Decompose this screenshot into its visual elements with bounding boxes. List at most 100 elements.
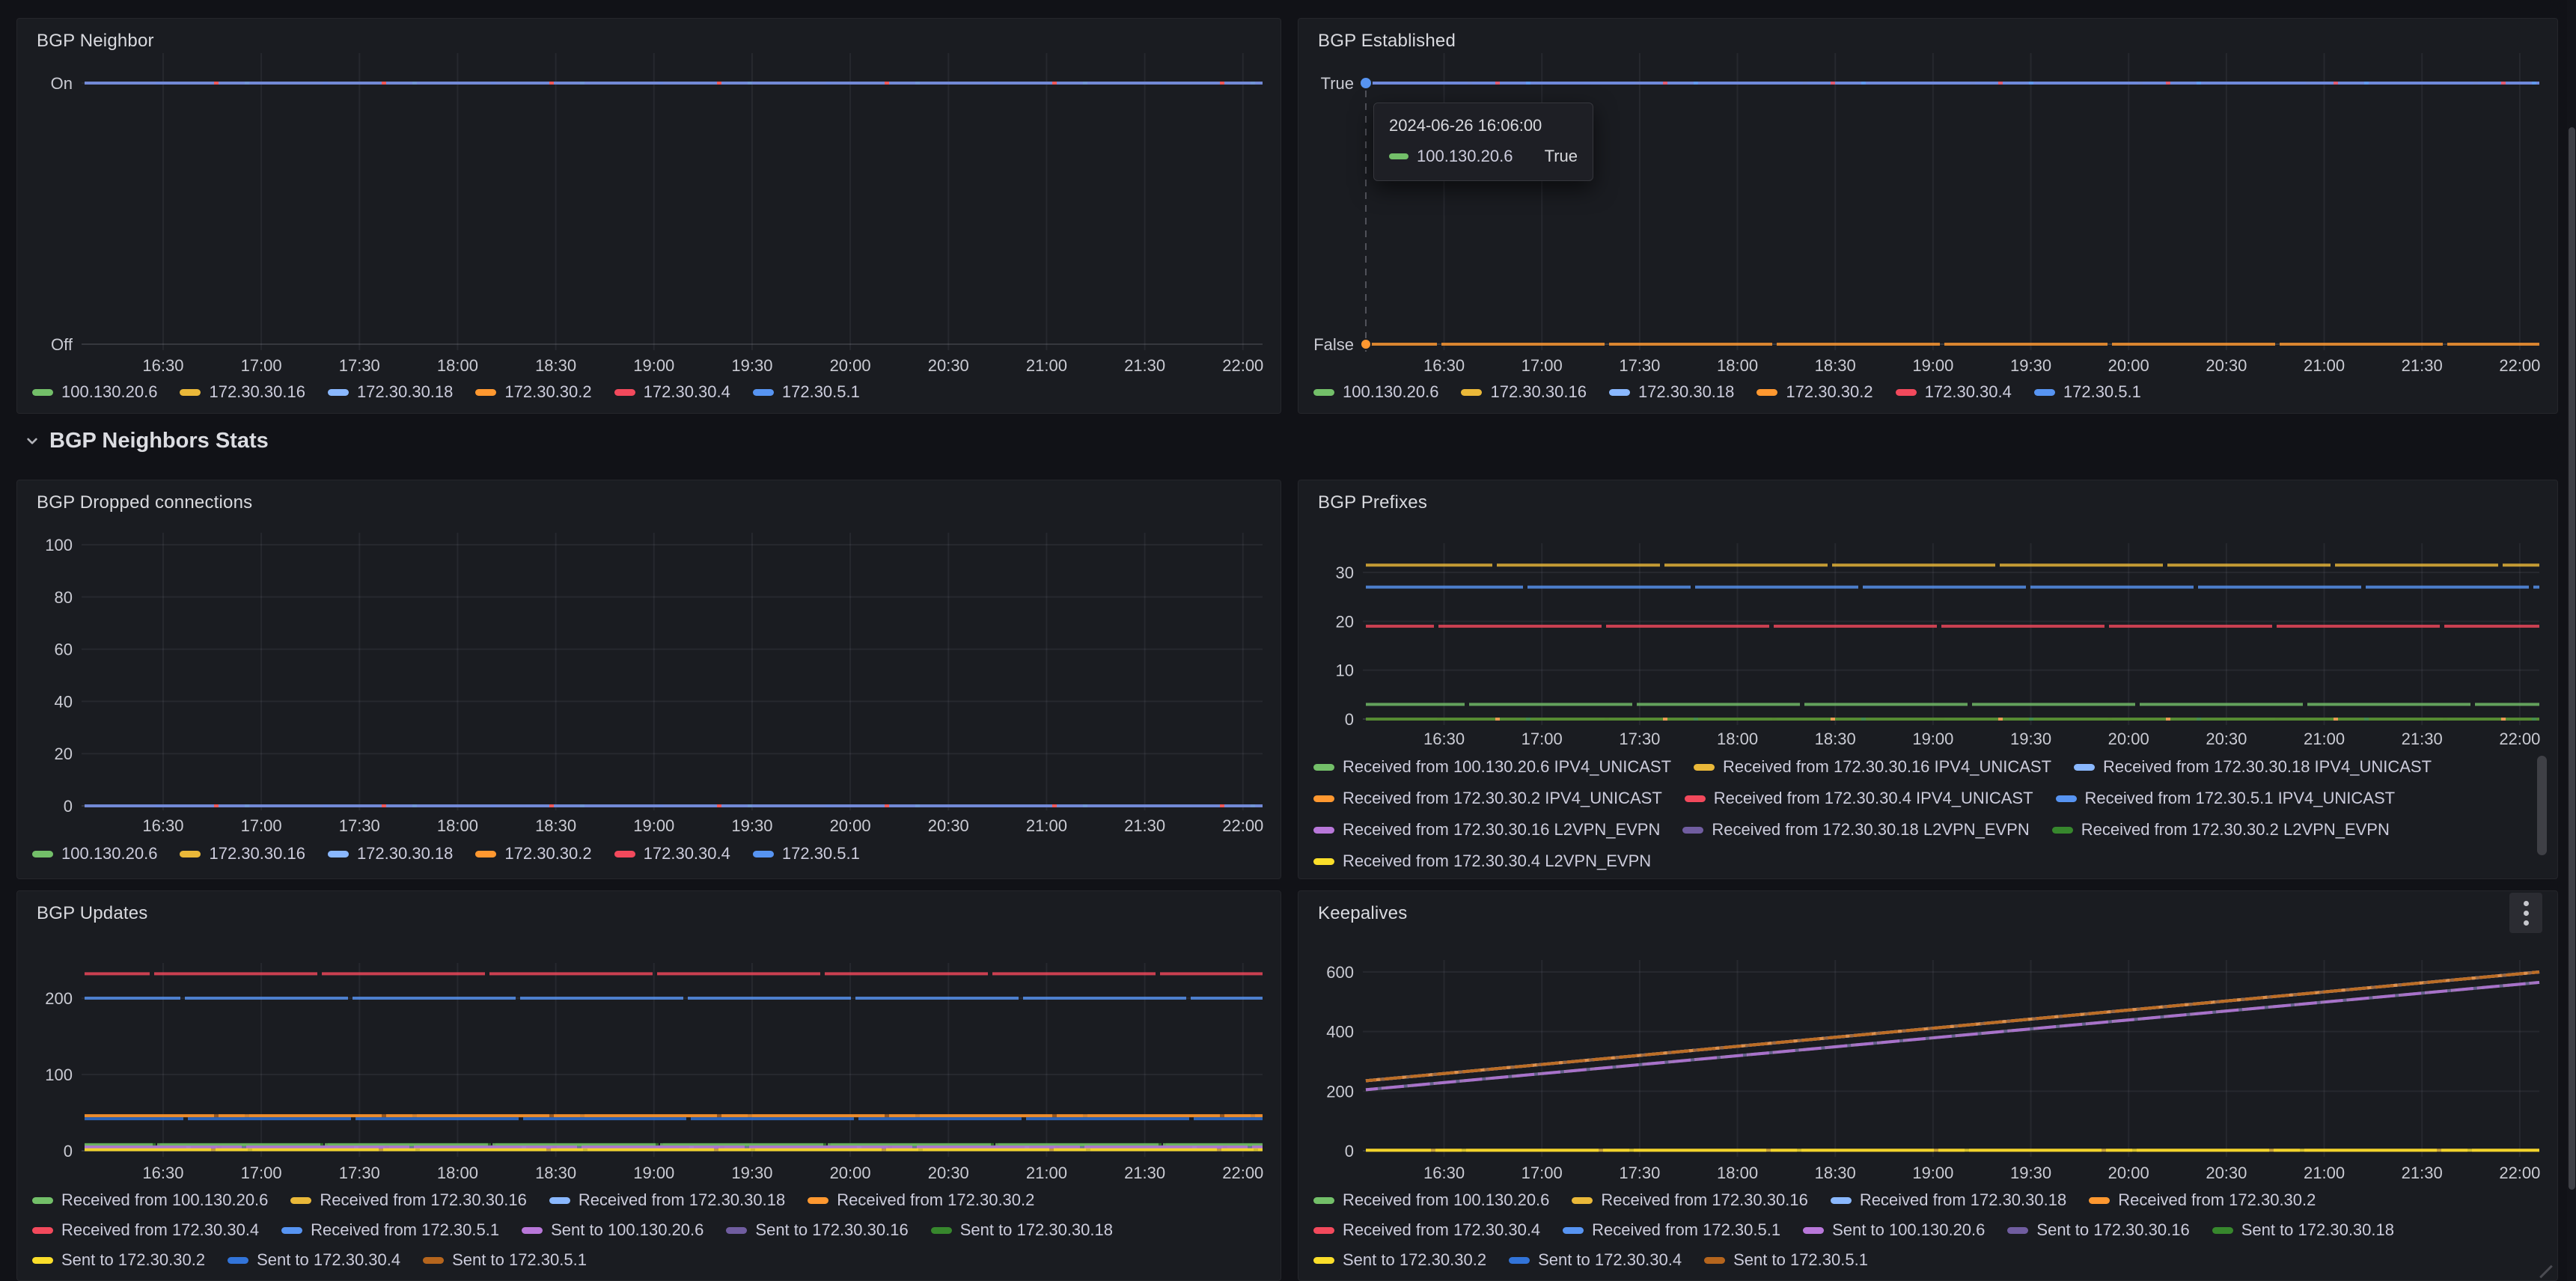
panel-title-bgp-neighbor[interactable]: BGP Neighbor <box>37 31 154 52</box>
chart-bgp-prefixes[interactable]: 010203016:3017:0017:3018:0018:3019:0019:… <box>1298 480 2558 755</box>
legend-item[interactable]: 100.130.20.6 <box>1313 382 1438 402</box>
legend-label: 100.130.20.6 <box>1343 382 1438 402</box>
legend-item[interactable]: 172.30.30.4 <box>1896 382 2012 402</box>
legend-label: 172.30.30.2 <box>504 844 591 863</box>
panel-resize-handle[interactable] <box>2539 1265 2553 1279</box>
legend-item[interactable]: Sent to 172.30.30.16 <box>726 1220 908 1240</box>
legend-item[interactable]: Sent to 172.30.30.4 <box>1509 1250 1682 1270</box>
x-tick-label: 21:00 <box>2304 1164 2345 1182</box>
legend-item[interactable]: Received from 172.30.5.1 <box>1563 1220 1780 1240</box>
panel-title-bgp-dropped[interactable]: BGP Dropped connections <box>37 492 252 513</box>
legend-item[interactable]: Sent to 172.30.30.4 <box>228 1250 400 1270</box>
legend-label: Received from 172.30.30.18 L2VPN_EVPN <box>1712 820 2029 840</box>
legend-item[interactable]: Received from 172.30.30.2 IPV4_UNICAST <box>1313 789 1662 808</box>
legend-item[interactable]: 172.30.30.18 <box>1609 382 1734 402</box>
x-tick-label: 16:30 <box>142 816 183 835</box>
legend-item[interactable]: Sent to 100.130.20.6 <box>1803 1220 1985 1240</box>
legend-item[interactable]: Sent to 172.30.30.16 <box>2007 1220 2189 1240</box>
grafana-dashboard: { "section": { "title": "BGP Neighbors S… <box>0 0 2576 1281</box>
legend-item[interactable]: Received from 172.30.30.16 <box>290 1190 526 1210</box>
chart-bgp-dropped[interactable]: 02040608010016:3017:0017:3018:0018:3019:… <box>17 480 1281 842</box>
legend-item[interactable]: Sent to 172.30.30.2 <box>1313 1250 1486 1270</box>
x-tick-label: 21:00 <box>2304 356 2345 375</box>
x-tick-label: 21:30 <box>1124 1164 1165 1182</box>
legend-scrollbar-thumb[interactable] <box>2537 756 2547 855</box>
legend-row: Sent to 172.30.30.2 Sent to 172.30.30.4 Se… <box>1313 1245 1890 1275</box>
panel-bgp-updates: BGP Updates010020016:3017:0017:3018:0018… <box>16 890 1281 1281</box>
legend-item[interactable]: Received from 100.130.20.6 IPV4_UNICAST <box>1313 757 1671 777</box>
legend-item[interactable]: 172.30.5.1 <box>753 382 860 402</box>
legend-item[interactable]: 172.30.30.4 <box>614 382 730 402</box>
x-tick-label: 21:30 <box>1124 816 1165 835</box>
legend-item[interactable]: Received from 172.30.30.18 L2VPN_EVPN <box>1682 820 2029 840</box>
legend-item[interactable]: 100.130.20.6 <box>32 844 157 863</box>
legend-item[interactable]: 172.30.30.16 <box>1461 382 1586 402</box>
legend-item[interactable]: Received from 172.30.30.16 IPV4_UNICAST <box>1694 757 2051 777</box>
legend-item[interactable]: 172.30.30.18 <box>328 844 453 863</box>
section-header-bgp-neighbors-stats[interactable]: BGP Neighbors Stats <box>22 424 269 458</box>
legend-label: 172.30.5.1 <box>782 382 860 402</box>
legend-item[interactable]: Received from 172.30.5.1 <box>281 1220 499 1240</box>
y-tick-label: 400 <box>1326 1023 1354 1042</box>
panel-title-bgp-established[interactable]: BGP Established <box>1318 31 1456 52</box>
panel-bgp-dropped: BGP Dropped connections02040608010016:30… <box>16 480 1281 879</box>
legend-item[interactable]: Received from 172.30.5.1 IPV4_UNICAST <box>2056 789 2396 808</box>
legend-item[interactable]: Received from 172.30.30.16 L2VPN_EVPN <box>1313 820 1660 840</box>
legend-label: Received from 172.30.5.1 <box>311 1220 499 1240</box>
chart-bgp-updates[interactable]: 010020016:3017:0017:3018:0018:3019:0019:… <box>17 891 1281 1189</box>
legend-item[interactable]: Received from 172.30.30.2 L2VPN_EVPN <box>2052 820 2390 840</box>
legend-item[interactable]: Received from 100.130.20.6 <box>1313 1190 1549 1210</box>
legend-row: Received from 100.130.20.6 IPV4_UNICAST R… <box>1313 751 2454 783</box>
legend-item[interactable]: 172.30.30.2 <box>475 844 591 863</box>
legend-item[interactable]: Sent to 172.30.5.1 <box>1704 1250 1868 1270</box>
x-tick-label: 18:00 <box>437 1164 478 1182</box>
x-tick-label: 21:30 <box>1124 356 1165 375</box>
panel-title-bgp-updates[interactable]: BGP Updates <box>37 903 148 924</box>
legend-item[interactable]: Received from 100.130.20.6 <box>32 1190 268 1210</box>
legend-item[interactable]: 172.30.30.2 <box>475 382 591 402</box>
legend-swatch-icon <box>328 389 349 396</box>
legend-item[interactable]: Received from 172.30.30.18 IPV4_UNICAST <box>2074 757 2432 777</box>
x-tick-label: 21:00 <box>1026 356 1067 375</box>
legend-item[interactable]: Sent to 172.30.30.2 <box>32 1250 205 1270</box>
legend-item[interactable]: Sent to 172.30.30.18 <box>931 1220 1113 1240</box>
x-tick-label: 19:00 <box>633 356 674 375</box>
legend-item[interactable]: Received from 172.30.30.4 L2VPN_EVPN <box>1313 852 1651 871</box>
page-scrollbar-thumb[interactable] <box>2569 127 2575 1190</box>
chart-bgp-established[interactable]: TrueFalse16:3017:0017:3018:0018:3019:001… <box>1298 19 2558 382</box>
tooltip-timestamp: 2024-06-26 16:06:00 <box>1389 116 1578 135</box>
legend-item[interactable]: Received from 172.30.30.4 IPV4_UNICAST <box>1685 789 2033 808</box>
legend-item[interactable]: 172.30.30.4 <box>614 844 730 863</box>
panel-menu-kebab-icon[interactable] <box>2509 893 2542 933</box>
legend-item[interactable]: Received from 172.30.30.18 <box>1831 1190 2066 1210</box>
y-tick-label: 40 <box>55 692 73 711</box>
legend-item[interactable]: Sent to 172.30.30.18 <box>2212 1220 2394 1240</box>
kebab-dot <box>2524 901 2529 906</box>
legend-label: 172.30.30.18 <box>1638 382 1734 402</box>
legend-item[interactable]: Received from 172.30.30.2 <box>2089 1190 2316 1210</box>
legend-item[interactable]: Received from 172.30.30.4 <box>1313 1220 1540 1240</box>
legend-label: 172.30.30.16 <box>1490 382 1586 402</box>
legend-label: Received from 172.30.30.16 IPV4_UNICAST <box>1723 757 2051 777</box>
legend-item[interactable]: Received from 172.30.30.16 <box>1572 1190 1807 1210</box>
legend-label: Received from 172.30.5.1 IPV4_UNICAST <box>2085 789 2396 808</box>
legend-item[interactable]: 172.30.5.1 <box>753 844 860 863</box>
y-tick-label: True <box>1321 74 1354 93</box>
legend-item[interactable]: 172.30.30.16 <box>180 844 305 863</box>
legend-item[interactable]: 172.30.30.16 <box>180 382 305 402</box>
legend-item[interactable]: 172.30.5.1 <box>2034 382 2141 402</box>
legend-item[interactable]: 100.130.20.6 <box>32 382 157 402</box>
legend-item[interactable]: 172.30.30.2 <box>1756 382 1873 402</box>
panel-title-keepalives[interactable]: Keepalives <box>1318 903 1407 924</box>
chart-keepalives[interactable]: 020040060016:3017:0017:3018:0018:3019:00… <box>1298 891 2558 1189</box>
panel-title-bgp-prefixes[interactable]: BGP Prefixes <box>1318 492 1427 513</box>
legend-item[interactable]: Received from 172.30.30.4 <box>32 1220 259 1240</box>
x-tick-label: 18:30 <box>535 356 576 375</box>
legend-item[interactable]: 172.30.30.18 <box>328 382 453 402</box>
legend-item[interactable]: Received from 172.30.30.18 <box>549 1190 785 1210</box>
legend-item[interactable]: Sent to 172.30.5.1 <box>423 1250 587 1270</box>
legend-item[interactable]: Received from 172.30.30.2 <box>808 1190 1034 1210</box>
x-tick-label: 20:30 <box>2206 1164 2247 1182</box>
chart-bgp-neighbor[interactable]: OnOff16:3017:0017:3018:0018:3019:0019:30… <box>17 19 1281 382</box>
legend-item[interactable]: Sent to 100.130.20.6 <box>522 1220 703 1240</box>
